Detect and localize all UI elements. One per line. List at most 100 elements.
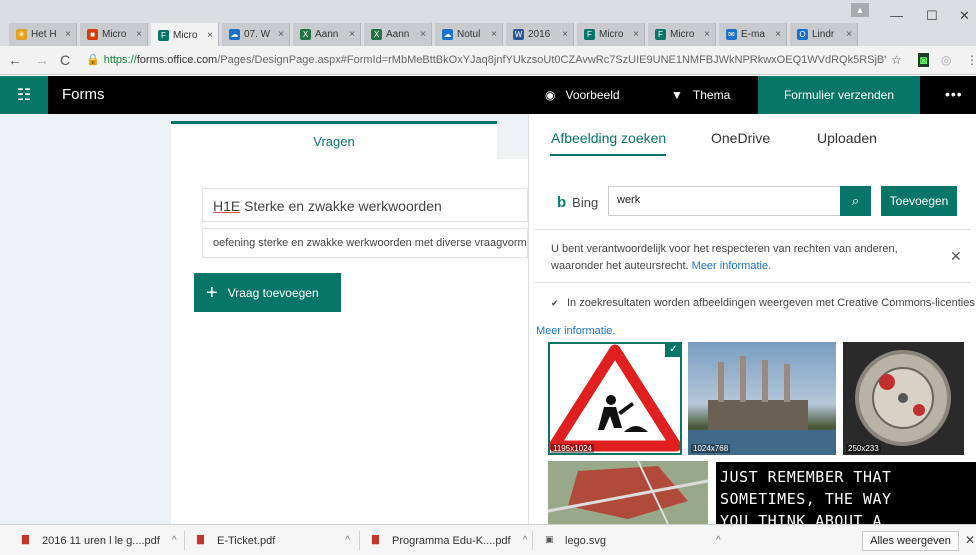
tab-label: Micro <box>102 29 127 40</box>
image-result-4[interactable] <box>548 461 708 524</box>
browser-tab[interactable]: ✳ Het H × <box>9 23 77 46</box>
tab-upload[interactable]: Uploaden <box>817 130 877 146</box>
divider <box>359 531 360 550</box>
mail-icon: ✉ <box>726 29 737 40</box>
tab-close-icon[interactable]: × <box>136 29 142 40</box>
download-item-2[interactable]: ▇ E-Ticket.pdf ^ <box>197 534 350 547</box>
tab-close-icon[interactable]: × <box>491 29 497 40</box>
tab-close-icon[interactable]: × <box>420 29 426 40</box>
browser-tab[interactable]: F Micro × <box>577 23 645 46</box>
tab-close-icon[interactable]: × <box>704 29 710 40</box>
image-result-3[interactable]: 250x233 <box>843 342 964 455</box>
browser-tab[interactable]: F Micro × <box>151 23 219 47</box>
maximize-icon[interactable]: ☐ <box>926 8 938 24</box>
browser-tab[interactable]: O Lindr × <box>790 23 858 46</box>
download-item-1[interactable]: ▇ 2016 11 uren l le g....pdf ^ <box>22 534 177 547</box>
browser-tab[interactable]: ☁ 07. W × <box>222 23 290 46</box>
form-description-input[interactable]: oefening sterke en zwakke werkwoorden me… <box>202 228 528 258</box>
close-download-bar-icon[interactable]: ✕ <box>965 533 975 547</box>
profile-icon[interactable]: ▲ <box>851 3 869 17</box>
tab-label: 2016 <box>528 29 551 40</box>
tab-questions[interactable]: Vragen <box>171 121 497 159</box>
checkbox-checked-icon[interactable]: ✔ <box>551 298 561 308</box>
provider-label: Bing <box>572 195 599 210</box>
url-field[interactable]: 🔒 https://forms.office.com/Pages/DesignPa… <box>86 53 886 66</box>
tab-close-icon[interactable]: × <box>846 29 852 40</box>
cc-more-info-link[interactable]: Meer informatie. <box>536 325 615 337</box>
chevron-up-icon[interactable]: ^ <box>523 535 528 546</box>
image-result-2[interactable]: 1024x768 <box>688 342 836 455</box>
tab-close-icon[interactable]: × <box>562 29 568 40</box>
preview-button[interactable]: ◉ Voorbeeld <box>545 88 620 102</box>
rights-more-info-link[interactable]: Meer informatie. <box>692 260 771 272</box>
show-all-downloads-button[interactable]: Alles weergeven <box>862 531 959 551</box>
browser-tab[interactable]: F Micro × <box>648 23 716 46</box>
browser-tab[interactable]: X Aann × <box>364 23 432 46</box>
tab-close-icon[interactable]: × <box>278 29 284 40</box>
browser-tab[interactable]: ☁ Notul × <box>435 23 503 46</box>
pdf-file-icon: ▇ <box>372 534 379 544</box>
send-form-button[interactable]: Formulier verzenden <box>758 76 920 114</box>
bookmark-star-icon[interactable]: ☆ <box>891 53 902 67</box>
minimize-icon[interactable]: — <box>890 8 903 23</box>
tab-close-icon[interactable]: × <box>633 29 639 40</box>
url-scheme: https:// <box>103 54 137 66</box>
window-close-icon[interactable]: ✕ <box>959 8 970 24</box>
download-name: E-Ticket.pdf <box>217 534 276 547</box>
tab-close-icon[interactable]: × <box>207 30 213 41</box>
extension-icon[interactable]: ◙ <box>918 53 930 67</box>
browser-tab[interactable]: ■ Micro × <box>80 23 148 46</box>
download-item-3[interactable]: ▇ Programma Edu-K....pdf ^ <box>372 534 527 547</box>
pdf-file-icon: ▇ <box>197 534 204 544</box>
url-path: /Pages/DesignPage.aspx#FormId=rMbMeBttBk… <box>217 54 886 66</box>
search-icon: ⌕ <box>851 193 860 208</box>
browser-tab[interactable]: W 2016 × <box>506 23 574 46</box>
app-launcher-icon[interactable]: ☷ <box>0 76 48 114</box>
image-result-1[interactable]: 1195x1024 ✓ <box>548 342 682 455</box>
tab-onedrive[interactable]: OneDrive <box>711 130 770 146</box>
watch-movement-icon <box>855 350 951 446</box>
lock-icon: 🔒 <box>86 54 100 66</box>
tab-label: Het H <box>31 29 57 40</box>
reload-icon[interactable]: C <box>60 52 70 68</box>
tab-close-icon[interactable]: × <box>65 29 71 40</box>
forms-icon: F <box>158 29 169 41</box>
back-icon[interactable]: ← <box>8 52 22 68</box>
svg-file-icon: ▣ <box>545 534 554 544</box>
star-icon: ✳ <box>16 29 27 40</box>
tab-label: Aann <box>315 29 339 40</box>
title-text: Sterke en zwakke werkwoorden <box>240 198 442 214</box>
search-button[interactable]: ⌕ <box>840 186 871 216</box>
chevron-up-icon[interactable]: ^ <box>716 535 721 546</box>
add-question-button[interactable]: + Vraag toevoegen <box>194 273 341 312</box>
preview-label: Voorbeeld <box>565 88 620 102</box>
download-item-4[interactable]: ▣ lego.svg ^ <box>545 534 721 547</box>
tab-label: Micro <box>173 29 198 41</box>
add-image-button[interactable]: Toevoegen <box>881 186 957 216</box>
title-prefix: H1E <box>213 198 241 214</box>
image-search-input[interactable]: werk <box>608 186 843 216</box>
browser-tab[interactable]: ✉ E-ma × <box>719 23 787 46</box>
chevron-up-icon[interactable]: ^ <box>345 535 350 546</box>
plus-icon: + <box>206 281 218 304</box>
browser-tabstrip: ✳ Het H × ■ Micro × F Micro × ☁ 07. W × X Aann × X Aann ×… <box>0 0 976 47</box>
tab-label: Micro <box>599 29 624 40</box>
tab-image-search[interactable]: Afbeelding zoeken <box>551 130 666 146</box>
tab-close-icon[interactable]: × <box>349 29 355 40</box>
chevron-up-icon[interactable]: ^ <box>172 535 177 546</box>
office-icon: ■ <box>87 29 98 40</box>
creative-commons-option[interactable]: ✔ In zoekresultaten worden afbeeldingen w… <box>551 297 976 309</box>
extension-icon-2[interactable]: ◎ <box>941 53 951 67</box>
app-name[interactable]: Forms <box>62 86 105 103</box>
form-title-input[interactable]: H1E Sterke en zwakke werkwoorden <box>202 188 528 222</box>
notice-close-icon[interactable]: ✕ <box>950 248 962 265</box>
more-options-icon[interactable]: ••• <box>945 86 963 102</box>
forward-icon[interactable]: → <box>35 52 49 68</box>
forms-icon: F <box>584 29 595 40</box>
tab-close-icon[interactable]: × <box>775 29 781 40</box>
browser-tab[interactable]: X Aann × <box>293 23 361 46</box>
theme-button[interactable]: ▼ Thema <box>671 88 730 102</box>
image-result-5[interactable]: JUST REMEMBER THAT SOMETIMES, THE WAY YO… <box>716 462 976 524</box>
excel-icon: X <box>371 29 382 40</box>
browser-menu-icon[interactable]: ⋮ <box>966 53 976 67</box>
